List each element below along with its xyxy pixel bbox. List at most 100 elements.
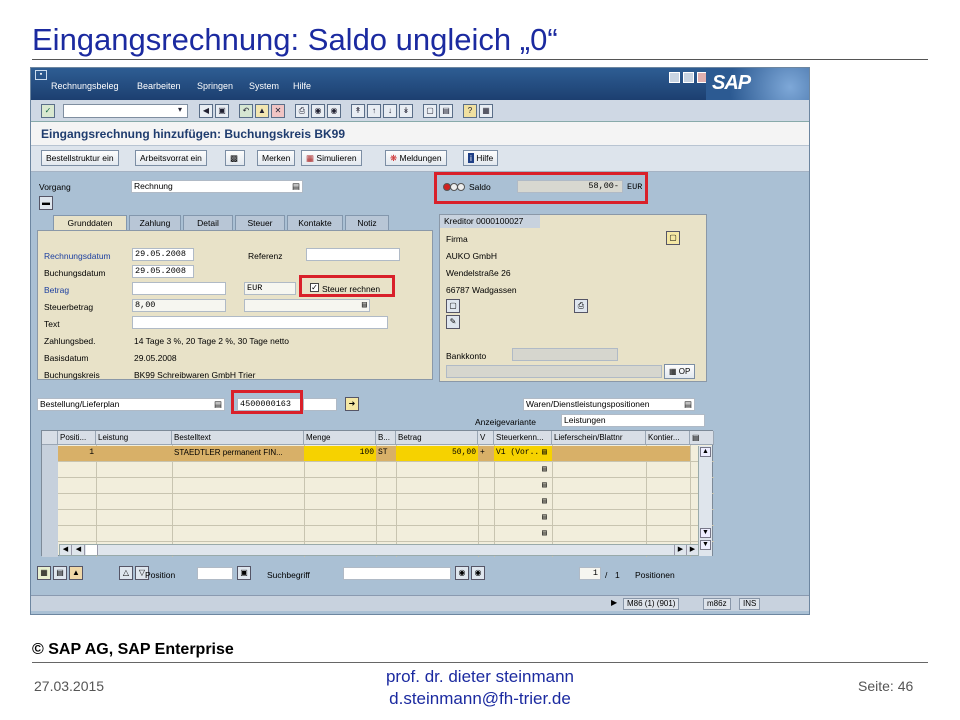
betrag-field[interactable]	[132, 282, 226, 295]
reference-type-select[interactable]: Bestellung/Lieferplan ▤	[37, 398, 225, 411]
tab-notiz[interactable]: Notiz	[345, 215, 389, 230]
address-icon[interactable]: ▢	[666, 231, 680, 245]
menu-icon[interactable]: ▪	[35, 70, 47, 80]
layout-icon[interactable]: ▦	[479, 104, 493, 118]
back-icon[interactable]: ↶	[239, 104, 253, 118]
merken-button[interactable]: Merken	[257, 150, 296, 166]
find-next-icon[interactable]: ◉	[327, 104, 341, 118]
previous-page-icon[interactable]: ↑	[367, 104, 381, 118]
bestellstruktur-button[interactable]: Bestellstruktur ein	[41, 150, 119, 166]
status-expand-icon[interactable]: ▶	[611, 598, 617, 607]
scroll-thumb[interactable]	[86, 545, 98, 555]
first-page-icon[interactable]: ↟	[351, 104, 365, 118]
find-icon[interactable]: ◉	[455, 566, 469, 580]
change-icon[interactable]: ✎	[446, 315, 460, 329]
last-page-icon[interactable]: ↡	[399, 104, 413, 118]
steuerkennzeichen-select[interactable]: ▤	[244, 299, 370, 312]
enter-icon[interactable]: ✓	[41, 104, 55, 118]
scroll-up-icon[interactable]: ▲	[700, 447, 711, 457]
display-icon[interactable]: ▢	[446, 299, 460, 313]
column-header[interactable]: Positi...	[58, 431, 96, 445]
tab-zahlung[interactable]: Zahlung	[129, 215, 181, 230]
select-all-icon[interactable]: ▦	[37, 566, 51, 580]
op-button[interactable]: ▦ OP	[664, 364, 696, 379]
bestellnummer-extra-field[interactable]	[303, 398, 337, 411]
currency-field[interactable]: EUR	[244, 282, 296, 295]
arbeitsvorrat-button[interactable]: Arbeitsvorrat ein	[135, 150, 207, 166]
column-header[interactable]: B...	[376, 431, 396, 445]
delete-icon[interactable]: ▲	[69, 566, 83, 580]
scroll-end-icon[interactable]: ▼	[700, 540, 711, 550]
exit-icon[interactable]: ▲	[255, 104, 269, 118]
column-header[interactable]: V	[478, 431, 494, 445]
dropdown-icon[interactable]: ▤	[542, 512, 547, 524]
details-icon[interactable]: ▤	[53, 566, 67, 580]
anzeigevariante-select[interactable]: Leistungen	[561, 414, 705, 427]
text-field[interactable]	[132, 316, 388, 329]
positions-type-select[interactable]: Waren/Dienstleistungspositionen ▤	[523, 398, 695, 411]
meldungen-button[interactable]: ❋ Meldungen	[385, 150, 447, 166]
sort-icon[interactable]: △	[119, 566, 133, 580]
column-header[interactable]: Leistung	[96, 431, 172, 445]
column-header[interactable]: Steuerkenn...	[494, 431, 552, 445]
header-toggle-icon[interactable]: ▬	[39, 196, 53, 210]
column-header[interactable]: Kontier...	[646, 431, 690, 445]
vertical-scrollbar[interactable]: ▲ ▼ ▼	[698, 446, 712, 556]
rechnungsdatum-field[interactable]: 29.05.2008	[132, 248, 194, 261]
select-all-header[interactable]	[42, 431, 58, 445]
menu-hilfe[interactable]: Hilfe	[293, 81, 311, 91]
next-page-icon[interactable]: ↓	[383, 104, 397, 118]
command-field[interactable]	[63, 104, 188, 118]
tree-icon[interactable]: ▩	[225, 150, 245, 166]
page-current-field[interactable]: 1	[579, 567, 601, 580]
dropdown-icon[interactable]: ▤	[542, 480, 547, 492]
tab-kontakte[interactable]: Kontakte	[287, 215, 343, 230]
menu-springen[interactable]: Springen	[197, 81, 233, 91]
suchbegriff-field[interactable]	[343, 567, 451, 580]
find-icon[interactable]: ◉	[311, 104, 325, 118]
column-header[interactable]: Bestelltext	[172, 431, 304, 445]
column-header[interactable]: Lieferschein/Blattnr	[552, 431, 646, 445]
tab-grunddaten[interactable]: Grunddaten	[53, 215, 127, 230]
arrow-right-icon[interactable]: ➜	[345, 397, 359, 411]
column-header[interactable]: Menge	[304, 431, 376, 445]
column-header[interactable]: Betrag	[396, 431, 478, 445]
help-icon[interactable]: ?	[463, 104, 477, 118]
simulieren-button[interactable]: ▦ Simulieren	[301, 150, 362, 166]
position-field[interactable]	[197, 567, 233, 580]
scroll-right-icon[interactable]: ▶	[686, 545, 698, 555]
dropdown-icon[interactable]: ▤	[542, 447, 547, 459]
find-next-icon[interactable]: ◉	[471, 566, 485, 580]
tab-detail[interactable]: Detail	[183, 215, 233, 230]
menu-system[interactable]: System	[249, 81, 279, 91]
horizontal-scrollbar[interactable]: ◀ ◀ ▶ ▶	[59, 544, 699, 556]
menu-bearbeiten[interactable]: Bearbeiten	[137, 81, 181, 91]
print-icon[interactable]: ⎙	[295, 104, 309, 118]
vorgang-select[interactable]: Rechnung ▤	[131, 180, 303, 193]
hilfe-button[interactable]: i Hilfe	[463, 150, 499, 166]
cancel-icon[interactable]: ✕	[271, 104, 285, 118]
back-arrow-icon[interactable]: ◀	[199, 104, 213, 118]
referenz-field[interactable]	[306, 248, 400, 261]
steuerbetrag-field[interactable]: 8,00	[132, 299, 226, 312]
column-settings-icon[interactable]: ▤	[690, 431, 714, 445]
scroll-right-step-icon[interactable]: ▶	[674, 545, 686, 555]
shortcut-icon[interactable]: ▤	[439, 104, 453, 118]
save-icon[interactable]: ▣	[215, 104, 229, 118]
tab-steuer[interactable]: Steuer	[235, 215, 285, 230]
printer-icon[interactable]: ⎙	[574, 299, 588, 313]
dropdown-icon[interactable]: ▤	[542, 464, 547, 476]
row-betrag[interactable]: 50,00	[398, 447, 476, 459]
menu-rechnungsbeleg[interactable]: Rechnungsbeleg	[51, 81, 119, 91]
maximize-icon[interactable]	[683, 72, 694, 83]
buchungsdatum-field[interactable]: 29.05.2008	[132, 265, 194, 278]
minimize-icon[interactable]	[669, 72, 680, 83]
row-selector-column[interactable]	[42, 445, 58, 557]
scroll-left-icon[interactable]: ◀	[60, 545, 72, 555]
command-history-icon[interactable]: ▾	[175, 104, 185, 118]
row-menge[interactable]: 100	[304, 447, 374, 459]
position-search-icon[interactable]: ▣	[237, 566, 251, 580]
scroll-left-step-icon[interactable]: ◀	[73, 545, 85, 555]
new-session-icon[interactable]: ▢	[423, 104, 437, 118]
dropdown-icon[interactable]: ▤	[542, 496, 547, 508]
